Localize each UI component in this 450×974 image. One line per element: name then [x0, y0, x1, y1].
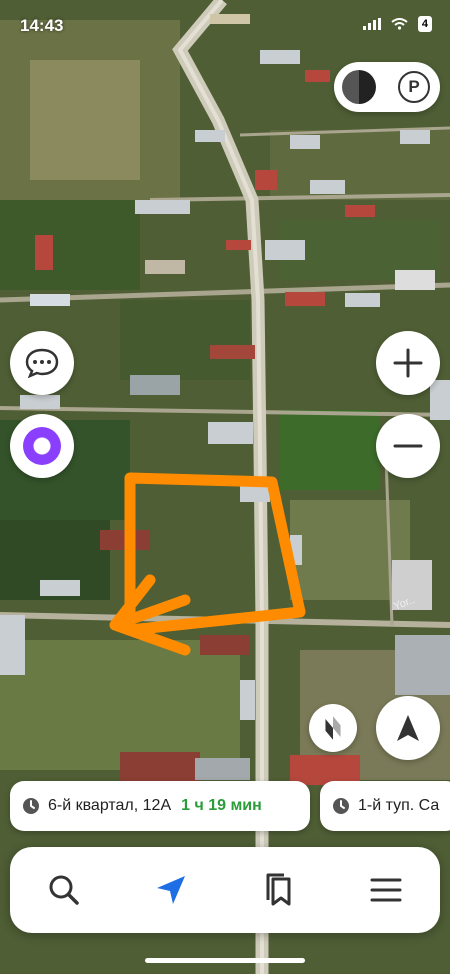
chat-button[interactable]	[10, 331, 74, 395]
menu-button[interactable]	[356, 860, 416, 920]
battery-indicator: 4	[417, 16, 432, 32]
plus-icon	[393, 348, 423, 378]
map-layers-pill: P	[334, 62, 440, 112]
clock-icon	[333, 798, 349, 814]
minus-icon	[393, 444, 423, 448]
parking-icon: P	[408, 77, 420, 96]
route-destination: 6-й квартал, 12А	[48, 797, 172, 814]
search-icon	[49, 875, 79, 905]
zoom-out-button[interactable]	[376, 414, 440, 478]
chat-bubble-icon	[25, 348, 59, 378]
route-card[interactable]: 1-й туп. Са	[320, 781, 450, 831]
parking-button[interactable]: P	[398, 71, 430, 103]
compass-icon	[325, 716, 341, 740]
field	[0, 200, 140, 290]
wifi-icon	[391, 18, 408, 30]
field	[0, 640, 240, 770]
field	[280, 410, 380, 490]
navigator-arrow-icon	[157, 876, 186, 904]
clock-time: 14:43	[20, 16, 64, 35]
alice-assistant-button[interactable]	[10, 414, 74, 478]
my-location-button[interactable]	[376, 696, 440, 760]
bookmarks-button[interactable]	[249, 860, 309, 920]
bookmarks-icon	[266, 873, 291, 906]
route-card[interactable]: 6-й квартал, 12А 1 ч 19 мин	[10, 781, 310, 831]
menu-icon	[370, 878, 402, 902]
status-icons: 4	[362, 16, 432, 32]
route-eta: 1 ч 19 мин	[181, 797, 262, 814]
field	[30, 60, 140, 180]
navigator-button[interactable]	[141, 860, 201, 920]
alice-icon	[23, 427, 61, 465]
search-button[interactable]	[34, 860, 94, 920]
zoom-in-button[interactable]	[376, 331, 440, 395]
compass-button[interactable]	[309, 704, 357, 752]
bottom-navigation-bar	[10, 847, 440, 933]
route-destination: 1-й туп. Са	[358, 797, 440, 814]
field	[120, 300, 250, 380]
status-bar: 14:43 4	[0, 0, 450, 50]
home-indicator[interactable]	[145, 958, 305, 963]
signal-icon	[362, 18, 381, 30]
clock-icon	[23, 798, 39, 814]
layers-button[interactable]	[342, 70, 376, 104]
location-arrow-icon	[397, 715, 419, 741]
